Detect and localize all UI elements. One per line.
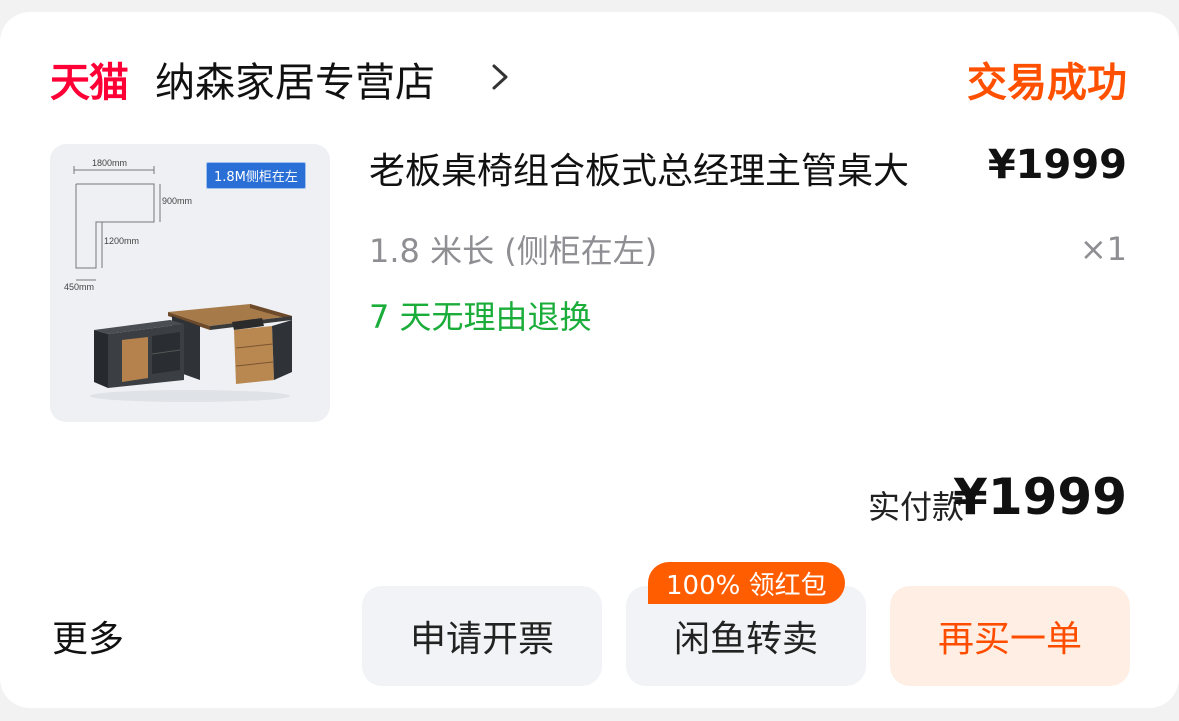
tmall-logo: 天猫: [50, 60, 129, 106]
image-tag: 1.8M侧柜在左: [206, 162, 306, 189]
red-packet-badge: 100% 领红包: [648, 562, 845, 604]
dim-side-length-label: 1200mm: [104, 236, 140, 246]
dim-depth-label: 900mm: [162, 196, 193, 206]
product-sku: 1.8 米长 (侧柜在左): [369, 232, 658, 270]
more-button[interactable]: 更多: [52, 610, 124, 662]
product-title[interactable]: 老板桌椅组合板式总经理主管桌大: [369, 142, 909, 194]
dim-width-label: 1800mm: [92, 158, 128, 168]
order-status: 交易成功: [967, 60, 1127, 106]
product-quantity: ×1: [1079, 230, 1127, 268]
product-price: ¥1999: [987, 142, 1127, 188]
order-card: 天猫 纳森家居专营店 交易成功 1.8M侧柜在左 1800mm 900mm 12…: [0, 12, 1179, 708]
return-policy-label: 7 天无理由退换: [369, 298, 592, 336]
product-image[interactable]: 1.8M侧柜在左 1800mm 900mm 1200mm 450mm: [50, 144, 330, 422]
request-invoice-button[interactable]: 申请开票: [362, 586, 602, 686]
chevron-right-icon[interactable]: [488, 62, 512, 92]
buy-again-button[interactable]: 再买一单: [890, 586, 1130, 686]
store-name-link[interactable]: 纳森家居专营店: [155, 50, 435, 108]
paid-label: 实付款: [868, 488, 965, 526]
paid-amount: ¥1999: [953, 468, 1127, 526]
dim-side-depth-label: 450mm: [64, 282, 95, 292]
